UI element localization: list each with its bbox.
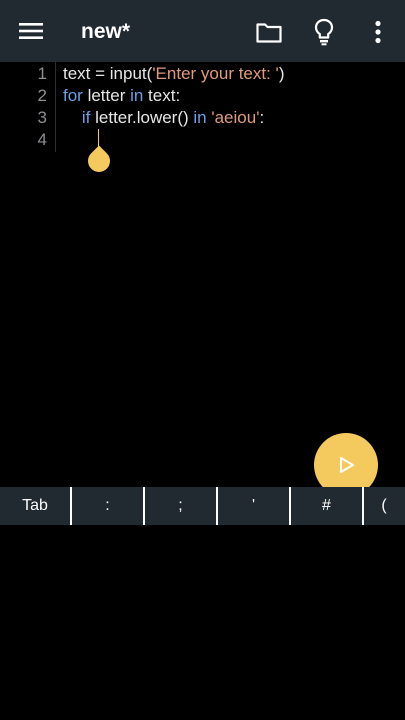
cursor-handle[interactable] — [83, 145, 115, 177]
line-number-gutter: 1 2 3 4 — [0, 62, 56, 152]
code-text: : — [259, 108, 265, 127]
overflow-menu-button[interactable] — [363, 17, 393, 47]
symbol-key-quote[interactable]: ' — [218, 487, 291, 525]
more-vert-icon — [375, 20, 381, 44]
code-text: ) — [278, 64, 285, 83]
line-number: 3 — [37, 108, 47, 127]
code-keyword: in — [193, 108, 207, 127]
blank-area — [0, 525, 405, 720]
symbol-key-paren[interactable]: ( — [364, 487, 404, 525]
code-line: for letter in text: — [63, 85, 180, 107]
lightbulb-icon — [314, 18, 334, 46]
symbol-key-tab[interactable]: Tab — [0, 487, 72, 525]
play-icon — [340, 457, 354, 473]
code-line: if letter.lower() in 'aeiou': — [63, 107, 264, 129]
code-line: text = input('Enter your text: ') — [63, 63, 284, 85]
code-text: letter.lower() — [90, 108, 194, 127]
open-folder-button[interactable] — [254, 17, 284, 47]
symbol-key-hash[interactable]: # — [291, 487, 364, 525]
symbol-bar: Tab : ; ' # ( — [0, 487, 405, 525]
line-number: 2 — [37, 86, 47, 105]
top-app-bar: new* — [0, 0, 405, 62]
folder-icon — [256, 23, 282, 43]
file-title: new* — [81, 20, 131, 43]
symbol-key-colon[interactable]: : — [72, 487, 145, 525]
menu-button[interactable] — [16, 17, 46, 45]
code-string: 'Enter your text: ' — [152, 64, 279, 83]
code-keyword: for — [63, 86, 83, 105]
editor-app: new* 1 2 3 4 text = input('Enter your te… — [0, 0, 405, 720]
menu-icon — [19, 23, 43, 39]
hint-button[interactable] — [309, 17, 339, 47]
code-string: 'aeiou' — [211, 108, 260, 127]
code-editor[interactable]: 1 2 3 4 text = input('Enter your text: '… — [0, 62, 405, 487]
code-text: text: — [143, 86, 181, 105]
code-keyword: in — [130, 86, 144, 105]
symbol-key-semicolon[interactable]: ; — [145, 487, 218, 525]
line-number: 1 — [37, 64, 47, 83]
line-number: 4 — [37, 130, 47, 149]
code-text: letter — [82, 86, 131, 105]
code-text: text = input( — [63, 64, 153, 83]
